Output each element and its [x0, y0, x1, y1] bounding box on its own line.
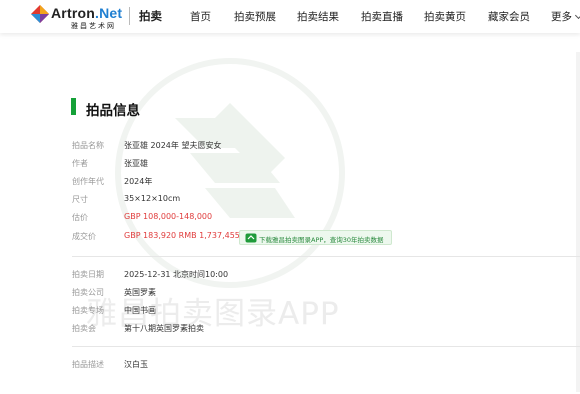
- logo-subtitle: 雅昌艺术网: [71, 22, 116, 30]
- auction-label: 拍卖专场: [72, 306, 104, 315]
- auction-value[interactable]: 英国罗素: [124, 287, 156, 298]
- nav-item-members[interactable]: 藏家会员: [488, 9, 530, 24]
- detail-value: 张亚雄: [124, 159, 148, 168]
- artron-logo-icon: [31, 5, 49, 23]
- divider: [72, 256, 580, 257]
- section-title: 拍品信息: [86, 103, 140, 119]
- nav-item-directory[interactable]: 拍卖黄页: [424, 9, 466, 24]
- estimate-price: GBP 108,000-148,000: [124, 212, 213, 221]
- detail-label: 成交价: [72, 232, 96, 241]
- detail-label: 估价: [72, 213, 88, 222]
- artron-logo[interactable]: Artron.Net 雅昌艺术网: [30, 4, 126, 30]
- description-value: 汉白玉: [124, 360, 148, 369]
- logo-wordmark: Artron.Net: [51, 5, 123, 21]
- nav-item-live[interactable]: 拍卖直播: [361, 9, 403, 24]
- watermark-logo-icon: [115, 58, 345, 288]
- auction-label: 拍卖日期: [72, 270, 104, 279]
- auction-value[interactable]: 第十八期英国罗素拍卖: [124, 323, 204, 334]
- detail-value: 张亚雄 2024年 望夫愿安女: [124, 141, 222, 150]
- download-app-label: 下载雅昌拍卖图录APP，查询30年拍卖数据: [259, 236, 384, 244]
- auction-value: 2025-12-31 北京时间10:00: [124, 270, 229, 279]
- detail-label: 拍品名称: [72, 141, 104, 150]
- header-divider: [129, 7, 130, 25]
- detail-label: 创作年代: [72, 177, 104, 186]
- detail-value: 35×12×10cm: [124, 194, 181, 203]
- detail-label: 尺寸: [72, 195, 88, 204]
- divider: [72, 346, 580, 347]
- auction-label: 拍卖公司: [72, 288, 104, 297]
- detail-label: 作者: [72, 159, 88, 168]
- nav-item-preview[interactable]: 拍卖预展: [234, 9, 276, 24]
- section-name[interactable]: 拍卖: [139, 8, 162, 24]
- scrollbar-track[interactable]: [576, 52, 580, 392]
- auction-value[interactable]: 中国书画: [124, 305, 156, 316]
- app-download-icon: [245, 233, 257, 243]
- description-label: 拍品描述: [72, 360, 104, 369]
- nav-item-more[interactable]: 更多: [551, 9, 580, 24]
- detail-value: 2024年: [124, 177, 153, 186]
- chevron-down-icon: [574, 11, 580, 20]
- download-app-button[interactable]: 下载雅昌拍卖图录APP，查询30年拍卖数据: [239, 230, 392, 245]
- top-navigation-bar: Artron.Net 雅昌艺术网 拍卖 首页 拍卖预展 拍卖结果 拍卖直播 拍卖…: [0, 0, 580, 33]
- nav-item-results[interactable]: 拍卖结果: [297, 9, 339, 24]
- section-accent-bar: [71, 98, 76, 115]
- auction-label: 拍卖会: [72, 324, 96, 333]
- nav-item-home[interactable]: 首页: [190, 9, 211, 24]
- sold-price: GBP 183,920 RMB 1,737,455: [124, 231, 240, 240]
